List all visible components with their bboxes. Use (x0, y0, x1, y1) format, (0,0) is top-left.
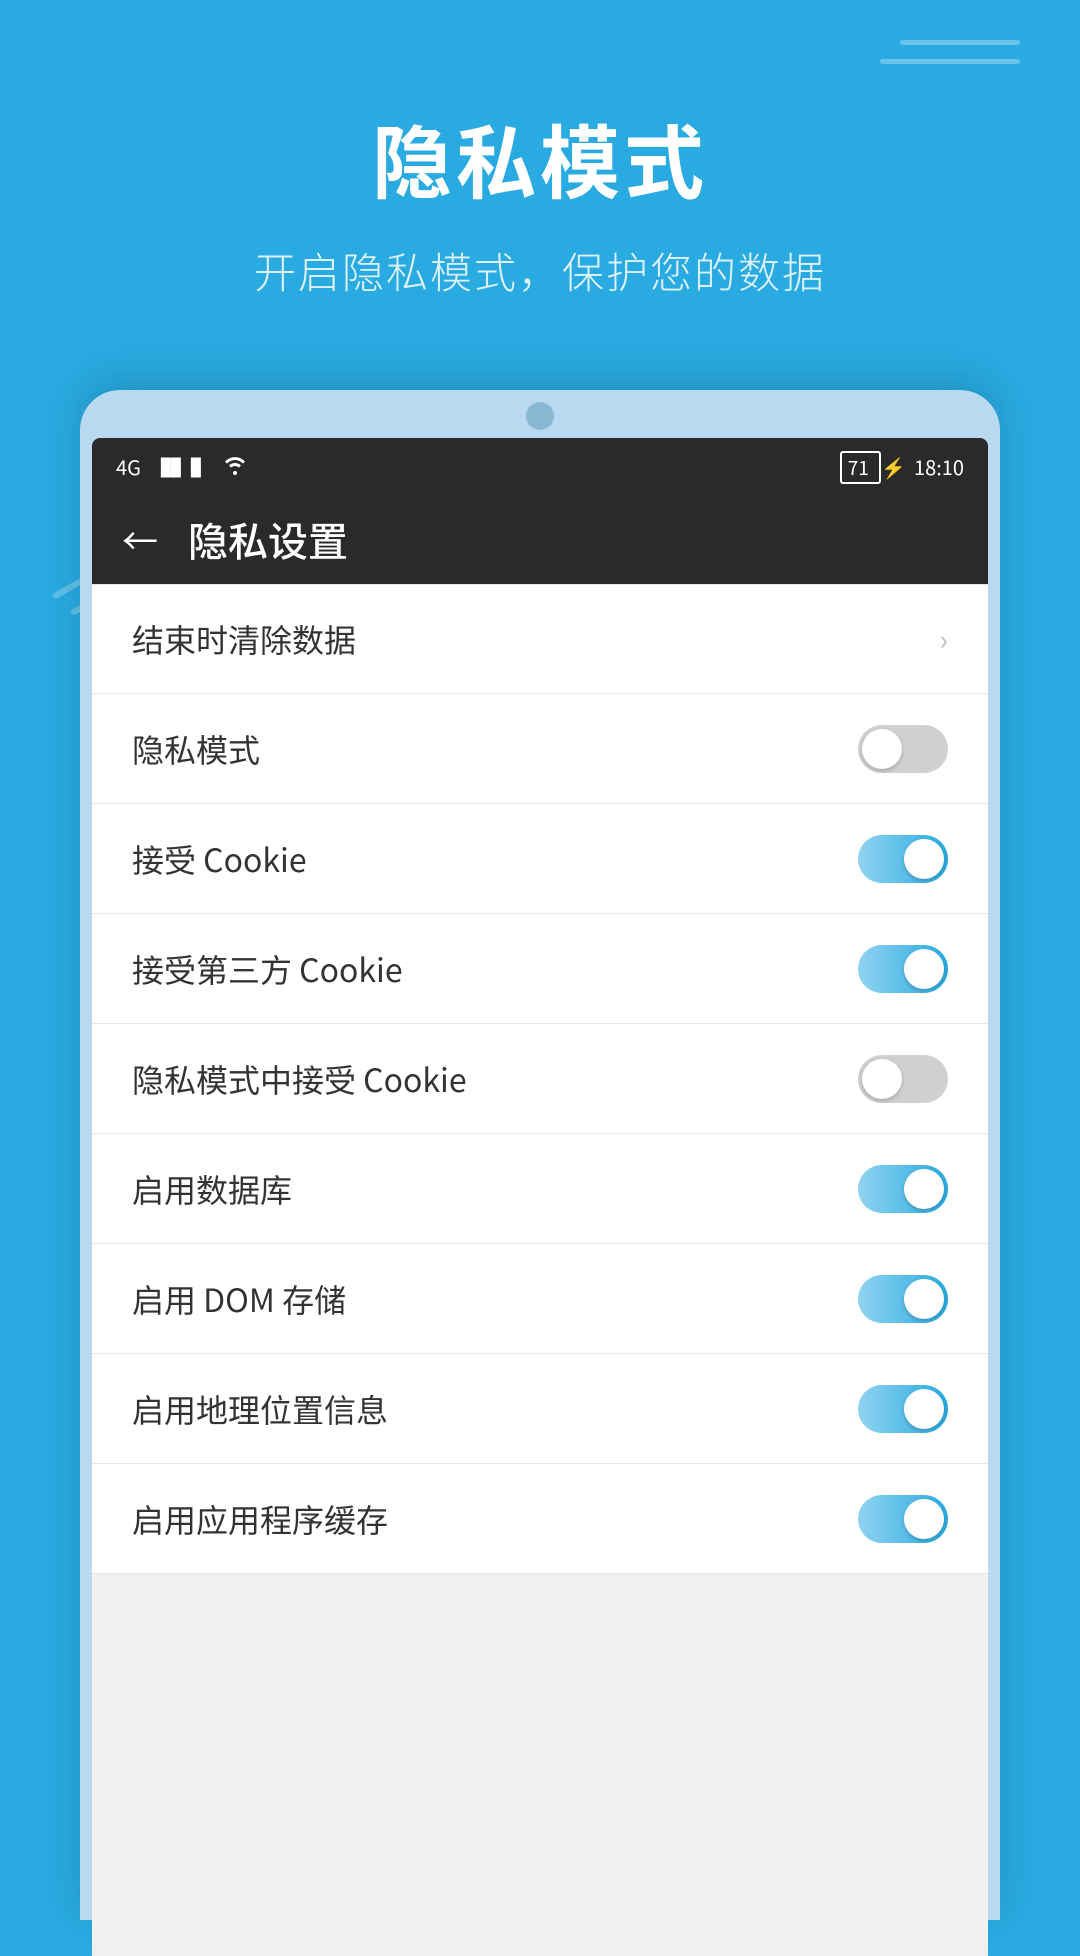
toggle-enable-database[interactable] (858, 1165, 948, 1213)
nav-title: 隐私设置 (188, 510, 348, 568)
battery-indicator: 71 ⚡ (840, 452, 906, 481)
settings-item-private-mode: 隐私模式 (92, 694, 988, 804)
toggle-knob (904, 1389, 944, 1429)
toggle-knob (904, 839, 944, 879)
phone-camera (526, 402, 554, 430)
item-label-enable-dom-storage: 启用 DOM 存储 (132, 1276, 346, 1322)
item-label-private-mode-cookie: 隐私模式中接受 Cookie (132, 1056, 467, 1102)
item-label-accept-cookie: 接受 Cookie (132, 836, 307, 882)
network-indicator: 4G (116, 452, 141, 481)
toggle-knob (862, 729, 902, 769)
nav-bar: ← 隐私设置 (92, 494, 988, 584)
item-label-enable-database: 启用数据库 (132, 1166, 292, 1212)
toggle-enable-app-cache[interactable] (858, 1495, 948, 1543)
wifi-icon (221, 452, 249, 481)
toggle-enable-dom-storage[interactable] (858, 1275, 948, 1323)
item-label-clear-on-exit: 结束时清除数据 (132, 616, 356, 662)
status-bar: 4G ▐▌▌ 71 ⚡ 18:10 (92, 438, 988, 494)
decorative-lines-right (880, 40, 1020, 78)
status-left: 4G ▐▌▌ (116, 452, 249, 481)
toggle-knob (904, 949, 944, 989)
time-display: 18:10 (914, 452, 964, 481)
toggle-private-mode-cookie[interactable] (858, 1055, 948, 1103)
toggle-enable-geolocation[interactable] (858, 1385, 948, 1433)
toggle-knob (904, 1499, 944, 1539)
toggle-knob (904, 1279, 944, 1319)
toggle-private-mode[interactable] (858, 725, 948, 773)
chevron-right-icon: › (940, 619, 948, 659)
item-label-private-mode: 隐私模式 (132, 726, 260, 772)
toggle-knob (904, 1169, 944, 1209)
back-button[interactable]: ← (122, 513, 158, 565)
settings-list: 结束时清除数据 › 隐私模式 接受 Cookie 接受第三方 Cookie (92, 584, 988, 1574)
settings-item-clear-on-exit[interactable]: 结束时清除数据 › (92, 584, 988, 694)
page-title: 隐私模式 (0, 100, 1080, 216)
signal-icon: ▐▌▌ (151, 452, 211, 481)
toggle-accept-third-party-cookie[interactable] (858, 945, 948, 993)
item-label-enable-app-cache: 启用应用程序缓存 (132, 1496, 388, 1542)
item-label-accept-third-party-cookie: 接受第三方 Cookie (132, 946, 403, 992)
settings-item-private-mode-cookie: 隐私模式中接受 Cookie (92, 1024, 988, 1134)
page-subtitle: 开启隐私模式，保护您的数据 (0, 240, 1080, 301)
settings-item-enable-app-cache: 启用应用程序缓存 (92, 1464, 988, 1574)
phone-screen: 4G ▐▌▌ 71 ⚡ 18:10 ← (92, 438, 988, 1956)
settings-item-enable-geolocation: 启用地理位置信息 (92, 1354, 988, 1464)
status-right: 71 ⚡ 18:10 (840, 452, 964, 481)
settings-item-accept-third-party-cookie: 接受第三方 Cookie (92, 914, 988, 1024)
settings-item-accept-cookie: 接受 Cookie (92, 804, 988, 914)
item-label-enable-geolocation: 启用地理位置信息 (132, 1386, 388, 1432)
settings-item-enable-database: 启用数据库 (92, 1134, 988, 1244)
settings-item-enable-dom-storage: 启用 DOM 存储 (92, 1244, 988, 1354)
phone-frame: 4G ▐▌▌ 71 ⚡ 18:10 ← (80, 390, 1000, 1920)
toggle-accept-cookie[interactable] (858, 835, 948, 883)
toggle-knob (862, 1059, 902, 1099)
